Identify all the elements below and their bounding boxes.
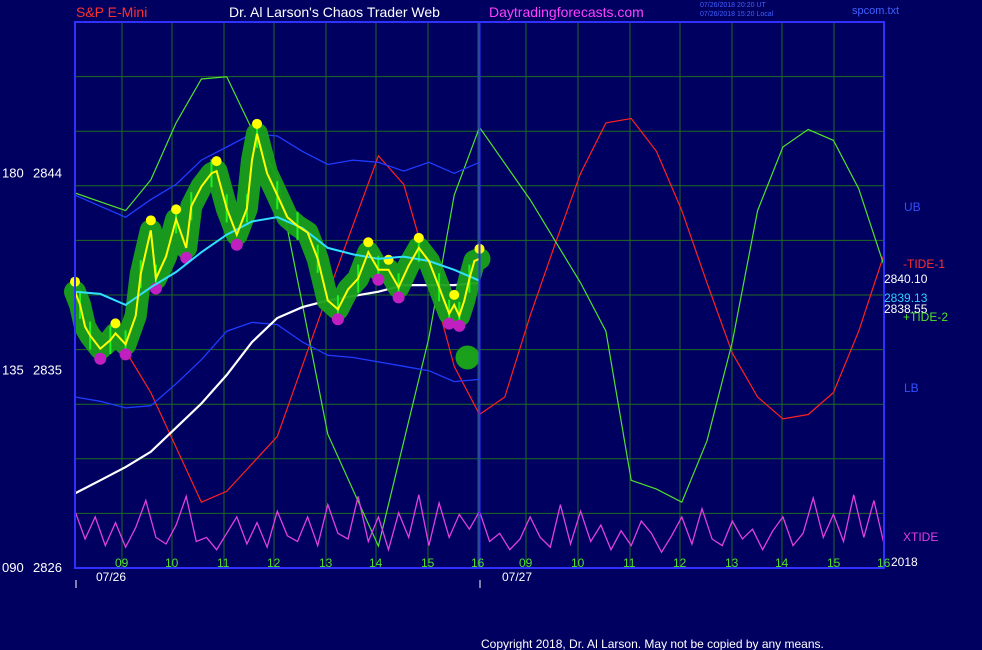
data-file-label: spcom.txt [852,5,899,17]
chart-background [0,0,982,650]
projection-marker [455,345,480,370]
x-tick-label-1: 10 [165,556,179,570]
author-title: Dr. Al Larson's Chaos Trader Web [229,4,440,20]
x-tick-label-4: 13 [319,556,333,570]
price-high-dot-13 [171,204,182,215]
x-tick-label-15: 16 [877,556,891,570]
x-tick-label-9: 10 [571,556,585,570]
price-low-dot-37 [392,291,405,304]
x-tick-label-8: 09 [519,556,533,570]
ub-label: UB [904,200,921,214]
tide1-label: -TIDE-1 [903,257,945,271]
tide2-label: +TIDE-2 [903,310,948,324]
x-tick-label-0: 09 [115,556,129,570]
price-high-dot-6 [110,318,121,329]
last-price-label: 2840.10 [884,272,928,286]
x-tick-label-14: 15 [827,556,841,570]
y-tick-left-1: 135 [2,363,24,378]
site-link[interactable]: Daytradingforecasts.com [489,4,644,20]
xtide-label: XTIDE [903,530,938,544]
y-tick-label-2: 2826 [33,560,62,575]
y-tick-left-2: 090 [2,560,24,575]
x-tick-label-2: 11 [217,556,230,570]
chart-canvas: S&P E-Mini Dr. Al Larson's Chaos Trader … [0,0,982,650]
price-high-dot-10 [145,215,156,226]
y-tick-left-0: 180 [2,165,24,180]
price-low-dot-35 [372,273,385,286]
price-low-dot-45 [453,319,466,332]
copyright-notice: Copyright 2018, Dr. Al Larson. May not b… [481,637,824,650]
x-tick-label-6: 15 [421,556,435,570]
price-low-dot-14 [180,251,193,264]
price-high-dot-18 [211,156,222,167]
x-tick-label-11: 12 [673,556,687,570]
year-label: 2018 [891,555,918,569]
x-tick-label-10: 11 [623,556,636,570]
x-date-label-0: 07/26 [96,570,126,584]
timestamp-ut: 07/26/2018 20:20 UT [700,2,766,9]
price-high-dot-36 [383,254,394,265]
x-date-label-1: 07/27 [502,570,532,584]
y-tick-label-1: 2835 [33,363,62,378]
price-low-dot-20 [230,238,243,251]
price-high-dot-44 [449,289,460,300]
price-high-dot-39 [413,232,424,243]
price-low-dot-7 [119,348,132,361]
x-tick-label-7: 16 [471,556,485,570]
x-tick-label-3: 12 [267,556,281,570]
timestamp-local: 07/26/2018 15:20 Local [700,11,774,18]
x-tick-label-5: 14 [369,556,383,570]
price-low-dot-31 [331,313,344,326]
price-low-dot-43 [443,317,456,330]
lb-label: LB [904,381,919,395]
price-high-dot-34 [363,237,374,248]
y-tick-label-0: 2844 [33,165,62,180]
x-tick-label-13: 14 [775,556,789,570]
x-tick-label-12: 13 [725,556,739,570]
price-high-dot-23 [252,118,263,129]
symbol-title: S&P E-Mini [76,4,147,20]
price-low-dot-4 [94,352,107,365]
